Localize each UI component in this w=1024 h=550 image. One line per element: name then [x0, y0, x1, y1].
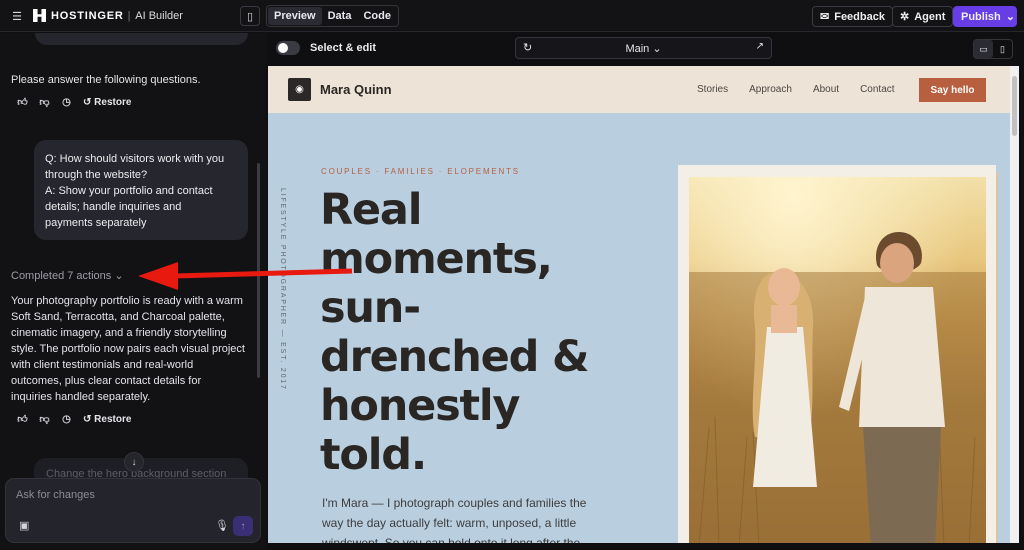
ask-input[interactable] — [16, 489, 246, 501]
restore-icon: ↺ — [83, 97, 95, 108]
thumbs-down-icon[interactable]: 👎︎ — [39, 97, 50, 108]
restore-icon: ↺ — [83, 414, 95, 425]
app-logo: HOSTINGER | AI Builder — [33, 9, 183, 22]
mobile-icon[interactable]: ▯ — [993, 40, 1012, 58]
chat-composer: ▣ 🎙︎ ↑ — [5, 478, 261, 543]
preview-toolbar: Select & edit ↻ Main ⌄ ↗ ▭ ▯ — [266, 33, 1024, 63]
device-switcher: ▭ ▯ — [973, 39, 1013, 59]
say-hello-button[interactable]: Say hello — [919, 78, 986, 102]
assistant-message: Please answer the following questions. — [11, 74, 201, 86]
chevron-down-icon: ⌄ — [114, 270, 124, 282]
chat-panel: Please answer the following questions. 👍… — [0, 33, 266, 550]
feedback-icon: ✉ — [820, 11, 830, 23]
camera-icon[interactable]: ◉ — [288, 78, 311, 101]
publish-button[interactable]: Publish ⌄ — [953, 6, 1017, 27]
nav-about[interactable]: About — [813, 84, 839, 95]
open-external-icon[interactable]: ↗ — [756, 41, 764, 52]
brand-name: HOSTINGER — [51, 9, 124, 22]
top-bar: ☰ HOSTINGER | AI Builder ▯ Preview Data … — [0, 0, 1024, 32]
hostinger-logo-icon — [33, 9, 46, 22]
thumbs-up-icon[interactable]: 👍︎ — [17, 97, 28, 108]
desktop-icon[interactable]: ▭ — [974, 40, 993, 58]
assistant-reply: Your photography portfolio is ready with… — [11, 295, 245, 403]
view-tabs: Preview Data Code — [266, 5, 399, 27]
nav-stories[interactable]: Stories — [697, 84, 728, 95]
couple-in-field-image — [689, 177, 986, 543]
reply-actions: 👍︎ 👎︎ ◷ ↺ Restore — [17, 414, 131, 425]
hero-headline: Real moments, sun- drenched & honestly t… — [320, 185, 589, 480]
hero-photo — [689, 177, 986, 543]
thumbs-up-icon[interactable]: 👍︎ — [17, 414, 28, 425]
tab-code[interactable]: Code — [357, 7, 397, 25]
arrow-up-icon: ↑ — [240, 520, 246, 532]
nav-contact[interactable]: Contact — [860, 84, 894, 95]
toggle-panel-icon[interactable]: ▯ — [240, 6, 260, 26]
send-button[interactable]: ↑ — [233, 516, 253, 536]
previous-message-bubble — [35, 33, 248, 45]
tab-data[interactable]: Data — [322, 7, 358, 25]
select-edit-toggle[interactable] — [276, 41, 300, 55]
agent-button[interactable]: ✲ Agent — [892, 6, 954, 27]
sparkle-icon: ✲ — [900, 11, 910, 23]
microphone-icon[interactable]: 🎙︎ — [215, 519, 229, 532]
hero-lede: I'm Mara — I photograph couples and fami… — [322, 496, 587, 543]
vertical-tagline: LIFESTYLE PHOTOGRAPHER — EST. 2017 — [279, 188, 286, 391]
restore-button[interactable]: ↺ Restore — [83, 414, 131, 425]
page-selector[interactable]: ↻ Main ⌄ ↗ — [515, 37, 772, 59]
site-nav: Stories Approach About Contact — [697, 84, 895, 95]
scroll-down-icon[interactable]: ↓ — [124, 452, 144, 472]
website-preview: ◉ Mara Quinn Stories Approach About Cont… — [268, 66, 1010, 543]
product-name: AI Builder — [135, 9, 183, 22]
site-header: ◉ Mara Quinn Stories Approach About Cont… — [268, 66, 1010, 113]
site-brand[interactable]: Mara Quinn — [320, 82, 392, 97]
chevron-down-icon: ⌄ — [1005, 11, 1015, 23]
gauge-icon[interactable]: ◷ — [61, 414, 72, 425]
user-message-bubble: Q: How should visitors work with you thr… — [34, 140, 248, 240]
chevron-down-icon: ⌄ — [649, 43, 662, 55]
menu-icon[interactable]: ☰ — [7, 6, 27, 26]
select-edit-label: Select & edit — [310, 42, 377, 54]
gauge-icon[interactable]: ◷ — [61, 97, 72, 108]
message-actions: 👍︎ 👎︎ ◷ ↺ Restore — [17, 97, 131, 108]
completed-actions-toggle[interactable]: Completed 7 actions ⌄ — [11, 269, 124, 282]
preview-scrollbar[interactable] — [1010, 66, 1019, 543]
nav-approach[interactable]: Approach — [749, 84, 792, 95]
preview-panel: Select & edit ↻ Main ⌄ ↗ ▭ ▯ ◉ Mara Quin… — [266, 33, 1024, 550]
hero-eyebrow: COUPLES · FAMILIES · ELOPEMENTS — [321, 167, 520, 176]
restore-button[interactable]: ↺ Restore — [83, 97, 131, 108]
feedback-button[interactable]: ✉ Feedback — [812, 6, 893, 27]
image-attach-icon[interactable]: ▣ — [19, 519, 29, 532]
tab-preview[interactable]: Preview — [268, 7, 322, 25]
thumbs-down-icon[interactable]: 👎︎ — [39, 414, 50, 425]
chat-scrollbar[interactable] — [257, 163, 260, 378]
